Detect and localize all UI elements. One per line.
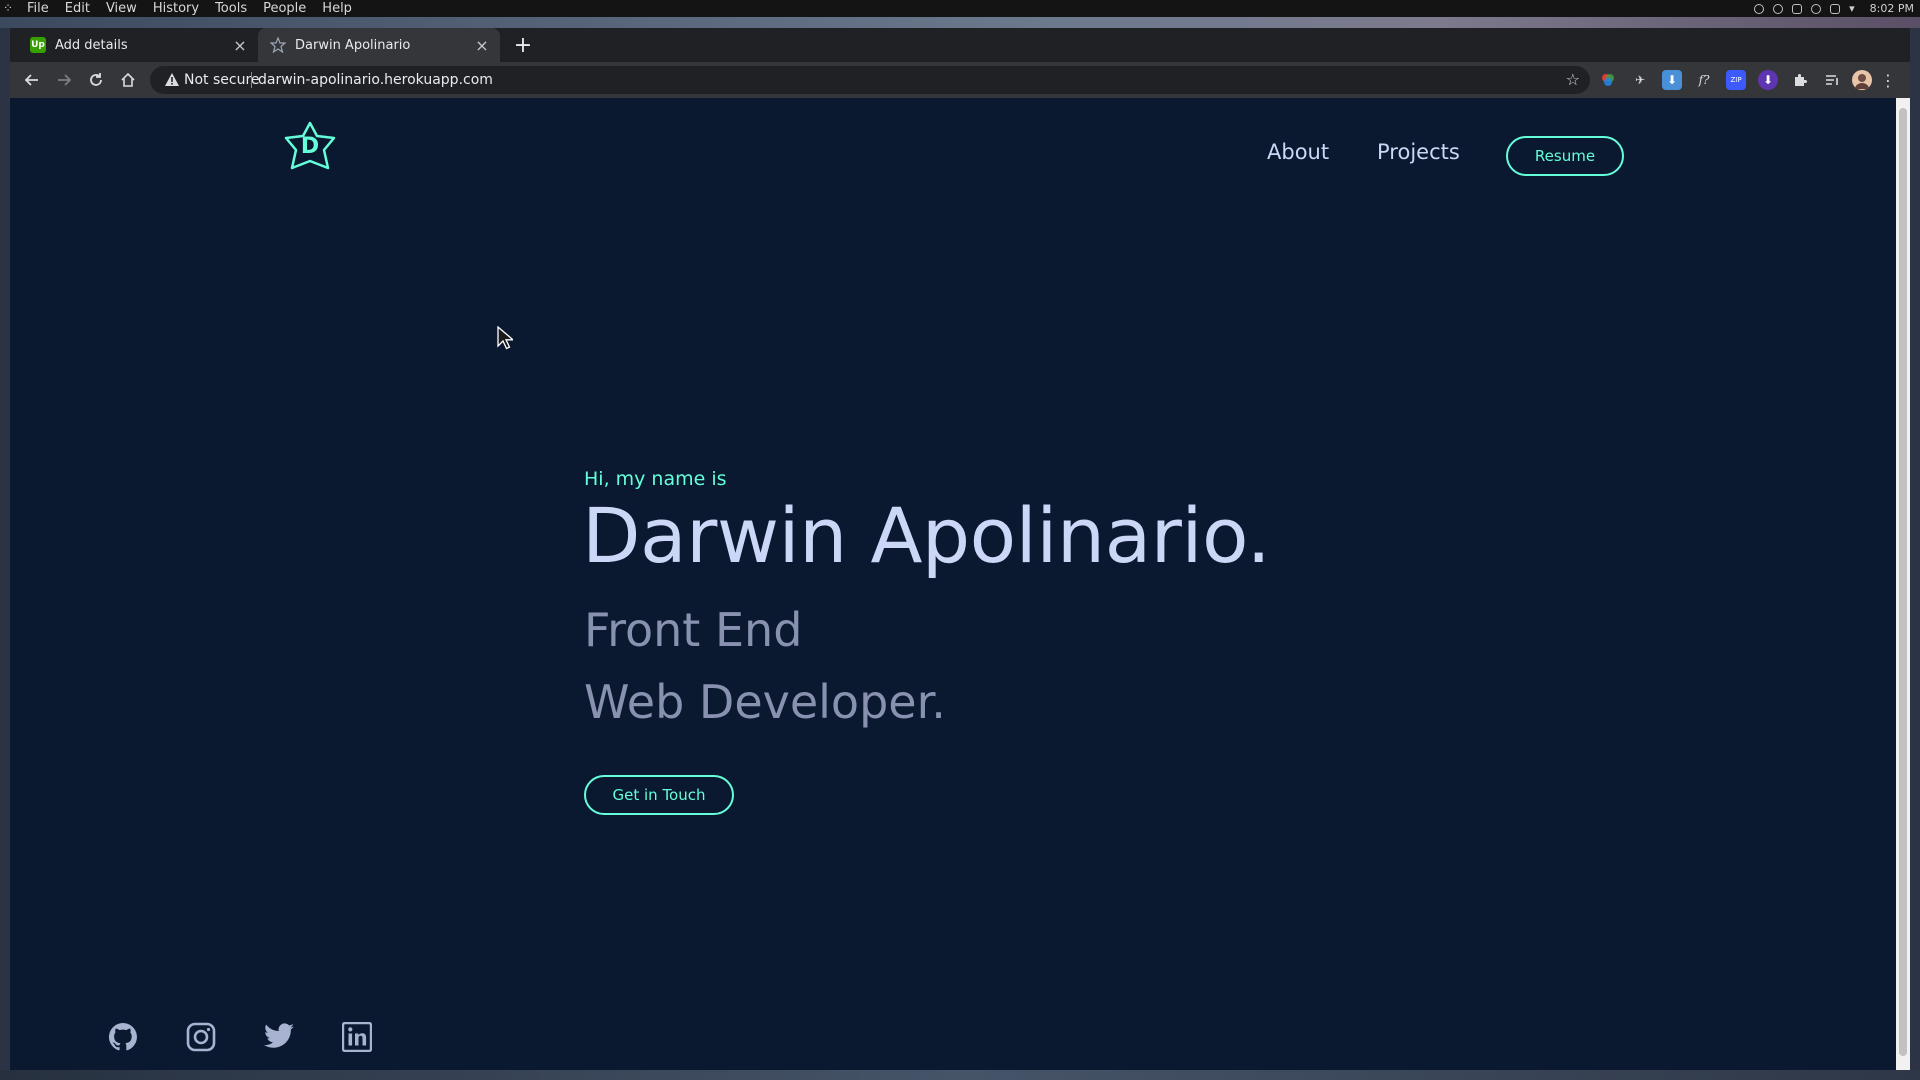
back-arrow-icon [24, 74, 38, 86]
hero-role-line-2: Web Developer. [584, 675, 946, 729]
omnibox-divider [251, 72, 252, 88]
twitter-icon [264, 1023, 294, 1048]
home-button[interactable] [114, 66, 142, 94]
site-logo[interactable]: D [280, 120, 340, 180]
desktop-wallpaper [0, 16, 1920, 28]
puzzle-extensions-icon[interactable] [1790, 70, 1810, 90]
menu-file[interactable]: File [27, 1, 49, 16]
linkedin-link[interactable] [340, 1020, 374, 1054]
profile-avatar[interactable] [1852, 70, 1872, 90]
home-icon [121, 72, 135, 87]
color-picker-extension-icon[interactable] [1598, 70, 1618, 90]
menu-history[interactable]: History [153, 1, 199, 16]
volume-tray-icon[interactable] [1811, 3, 1822, 14]
page-viewport: D About Projects Resume Hi, my name is D… [10, 98, 1896, 1070]
github-icon [108, 1023, 137, 1051]
download-extension-icon[interactable]: ⬇ [1662, 70, 1682, 90]
instagram-link[interactable] [184, 1020, 218, 1054]
hero-greeting: Hi, my name is [584, 468, 727, 490]
instagram-icon [186, 1022, 216, 1052]
reload-icon [90, 73, 102, 86]
browser-menu-icon[interactable]: ⋮ [1878, 70, 1898, 90]
clipboard-tray-icon[interactable] [1792, 3, 1803, 14]
scrollbar-thumb[interactable] [1899, 108, 1907, 1056]
close-tab-icon[interactable]: × [474, 36, 490, 55]
nav-about-link[interactable]: About [1267, 140, 1329, 164]
tab-strip: Up Add details × Darwin Apolinario × + [10, 28, 1910, 62]
bluetooth-tray-icon[interactable] [1773, 3, 1784, 14]
address-bar[interactable]: Not secure darwin-apolinario.herokuapp.c… [150, 66, 1590, 94]
get-in-touch-button[interactable]: Get in Touch [584, 775, 734, 815]
upwork-icon: Up [30, 37, 46, 53]
menu-view[interactable]: View [106, 1, 137, 16]
browser-toolbar: Not secure darwin-apolinario.herokuapp.c… [10, 62, 1910, 98]
tab-add-details[interactable]: Up Add details × [18, 28, 258, 62]
forward-arrow-icon [58, 74, 72, 86]
menu-tools[interactable]: Tools [215, 1, 247, 16]
menu-edit[interactable]: Edit [65, 1, 90, 16]
github-link[interactable] [106, 1020, 140, 1054]
warning-icon[interactable] [164, 72, 180, 88]
menu-people[interactable]: People [263, 1, 306, 16]
tab-darwin-apolinario[interactable]: Darwin Apolinario × [258, 28, 500, 62]
zip-extension-icon[interactable]: ZIP [1726, 70, 1746, 90]
save-extension-icon[interactable]: ⬇ [1758, 70, 1778, 90]
mouse-cursor [497, 325, 515, 354]
menu-help[interactable]: Help [322, 1, 352, 16]
tray-dropdown-icon[interactable]: ▾ [1849, 2, 1855, 15]
clock[interactable]: 8:02 PM [1870, 2, 1914, 15]
tab-title: Darwin Apolinario [295, 37, 411, 53]
media-tray-icon[interactable] [1754, 3, 1765, 14]
back-button[interactable] [18, 66, 46, 94]
bookmark-star-icon[interactable]: ☆ [1566, 70, 1580, 89]
close-tab-icon[interactable]: × [232, 36, 248, 55]
font-extension-icon[interactable]: f? [1694, 70, 1714, 90]
url-text[interactable]: darwin-apolinario.herokuapp.com [258, 72, 493, 88]
logo-letter: D [300, 134, 320, 159]
page-scrollbar[interactable] [1896, 98, 1910, 1070]
security-status[interactable]: Not secure [184, 72, 260, 88]
new-tab-button[interactable]: + [510, 32, 536, 58]
star-d-logo-icon [270, 37, 286, 53]
resume-button[interactable]: Resume [1506, 136, 1624, 176]
desktop-wallpaper-bottom [0, 1070, 1920, 1080]
os-launcher-icon[interactable]: ⁘ [3, 1, 13, 15]
nav-projects-link[interactable]: Projects [1377, 140, 1460, 164]
forward-button[interactable] [50, 66, 78, 94]
twitter-link[interactable] [262, 1020, 296, 1054]
pin-extension-icon[interactable]: ✈ [1630, 70, 1650, 90]
linkedin-icon [342, 1022, 372, 1052]
os-menu-bar: ⁘ File Edit View History Tools People He… [0, 0, 1920, 17]
display-tray-icon[interactable] [1830, 3, 1841, 14]
tab-title: Add details [55, 37, 128, 53]
hero-name: Darwin Apolinario. [582, 491, 1271, 580]
hero-role-line-1: Front End [584, 603, 803, 657]
browser-window: Up Add details × Darwin Apolinario × + N… [10, 28, 1910, 1070]
reading-list-icon[interactable] [1822, 70, 1842, 90]
system-tray: ▾ 8:02 PM [1754, 0, 1914, 17]
reload-button[interactable] [82, 66, 110, 94]
app-menu: File Edit View History Tools People Help [27, 0, 368, 17]
